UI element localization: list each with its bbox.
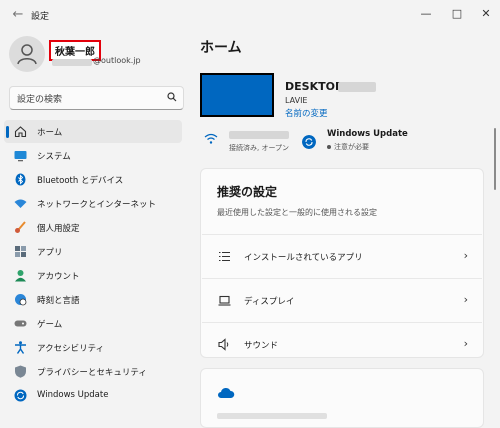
recommended-item-label: ディスプレイ bbox=[244, 297, 295, 307]
list-icon bbox=[219, 251, 230, 262]
brush-icon bbox=[15, 221, 26, 233]
maximize-icon[interactable]: □ bbox=[447, 4, 467, 24]
nav-item-privacy-security[interactable]: プライバシーとセキュリティ bbox=[4, 360, 182, 383]
monitor-icon bbox=[14, 151, 27, 162]
network-name-redacted bbox=[229, 131, 289, 139]
cloud-card bbox=[200, 368, 484, 428]
nav-item-accessibility[interactable]: アクセシビリティ bbox=[4, 336, 182, 359]
nav-item-personalization[interactable]: 個人用設定 bbox=[4, 216, 182, 239]
nav-item-home[interactable]: ホーム bbox=[4, 120, 182, 143]
recommended-settings-card: 推奨の設定 最近使用した設定と一般的に使用される設定 インストールされているアプ… bbox=[200, 168, 484, 358]
windows-update-icon[interactable] bbox=[302, 135, 316, 149]
search-placeholder: 設定の検索 bbox=[17, 95, 63, 105]
status-dot-icon bbox=[327, 145, 331, 149]
nav-item-label: Bluetooth とデバイス bbox=[37, 176, 124, 186]
cloud-card-title-partial bbox=[217, 413, 327, 419]
laptop-icon bbox=[218, 295, 231, 306]
device-thumbnail bbox=[200, 73, 274, 117]
account-email: @outlook.jp bbox=[93, 56, 141, 65]
recommended-item-label: インストールされているアプリ bbox=[244, 253, 363, 263]
wifi-icon bbox=[204, 133, 218, 144]
sidebar: 秋葉一郎 @outlook.jp 設定の検索 ホーム システム Bluetoot… bbox=[0, 30, 190, 416]
globe-clock-icon bbox=[15, 294, 27, 306]
nav-item-time-language[interactable]: 時刻と言語 bbox=[4, 288, 182, 311]
accessibility-icon bbox=[15, 341, 26, 354]
windows-update-title[interactable]: Windows Update bbox=[327, 129, 408, 139]
nav-item-label: アプリ bbox=[37, 248, 63, 258]
rename-link[interactable]: 名前の変更 bbox=[285, 107, 328, 119]
network-status: 接続済み, オープン bbox=[229, 144, 290, 152]
recommended-item-display[interactable]: ディスプレイ › bbox=[202, 278, 482, 323]
home-icon bbox=[14, 126, 27, 138]
bluetooth-icon bbox=[15, 173, 26, 186]
person-icon bbox=[17, 44, 37, 65]
recommended-item-sound[interactable]: サウンド › bbox=[202, 322, 482, 367]
app-title: 設定 bbox=[31, 12, 50, 22]
search-icon[interactable] bbox=[167, 92, 177, 102]
title-bar: ← 設定 — □ ✕ bbox=[0, 0, 500, 30]
email-redacted bbox=[52, 59, 92, 66]
nav-item-network[interactable]: ネットワークとインターネット bbox=[4, 192, 182, 215]
nav-item-windows-update[interactable]: Windows Update bbox=[4, 384, 182, 407]
nav-item-label: ゲーム bbox=[37, 320, 63, 330]
nav-item-label: 時刻と言語 bbox=[37, 296, 80, 306]
nav-item-label: 個人用設定 bbox=[37, 224, 80, 234]
chevron-right-icon: › bbox=[463, 293, 468, 306]
device-name-redacted bbox=[338, 82, 376, 92]
device-model: LAVIE bbox=[285, 96, 308, 105]
person-icon bbox=[15, 270, 26, 282]
cloud-icon bbox=[218, 387, 235, 398]
wifi-icon bbox=[14, 199, 27, 208]
nav-item-accounts[interactable]: アカウント bbox=[4, 264, 182, 287]
nav-item-label: システム bbox=[37, 152, 71, 162]
minimize-icon[interactable]: — bbox=[416, 4, 436, 24]
speaker-icon bbox=[218, 338, 229, 351]
recommended-title: 推奨の設定 bbox=[217, 185, 278, 199]
scrollbar[interactable] bbox=[494, 128, 496, 190]
nav-item-bluetooth[interactable]: Bluetooth とデバイス bbox=[4, 168, 182, 191]
recommended-subtitle: 最近使用した設定と一般的に使用される設定 bbox=[217, 208, 377, 217]
search-input[interactable]: 設定の検索 bbox=[9, 86, 184, 110]
nav-item-label: アクセシビリティ bbox=[37, 344, 105, 354]
close-icon[interactable]: ✕ bbox=[476, 4, 496, 24]
nav-item-system[interactable]: システム bbox=[4, 144, 182, 167]
windows-update-status: 注意が必要 bbox=[327, 142, 369, 152]
nav-item-label: アカウント bbox=[37, 272, 80, 282]
windows-update-status-text: 注意が必要 bbox=[334, 143, 369, 151]
nav-item-label: Windows Update bbox=[37, 390, 109, 400]
recommended-item-installed-apps[interactable]: インストールされているアプリ › bbox=[202, 234, 482, 279]
chevron-right-icon: › bbox=[463, 249, 468, 262]
recommended-item-label: サウンド bbox=[244, 341, 279, 351]
sync-icon bbox=[14, 389, 27, 402]
gamepad-icon bbox=[14, 320, 27, 327]
selection-indicator bbox=[6, 126, 9, 138]
page-title: ホーム bbox=[200, 40, 242, 56]
back-arrow-icon[interactable]: ← bbox=[10, 8, 26, 22]
apps-icon bbox=[15, 246, 26, 257]
nav-item-label: プライバシーとセキュリティ bbox=[37, 368, 147, 378]
shield-icon bbox=[15, 365, 26, 378]
nav-item-label: ホーム bbox=[37, 128, 63, 138]
nav-item-apps[interactable]: アプリ bbox=[4, 240, 182, 263]
avatar[interactable] bbox=[9, 36, 45, 72]
chevron-right-icon: › bbox=[463, 337, 468, 350]
nav-item-label: ネットワークとインターネット bbox=[37, 200, 157, 210]
nav-item-gaming[interactable]: ゲーム bbox=[4, 312, 182, 335]
